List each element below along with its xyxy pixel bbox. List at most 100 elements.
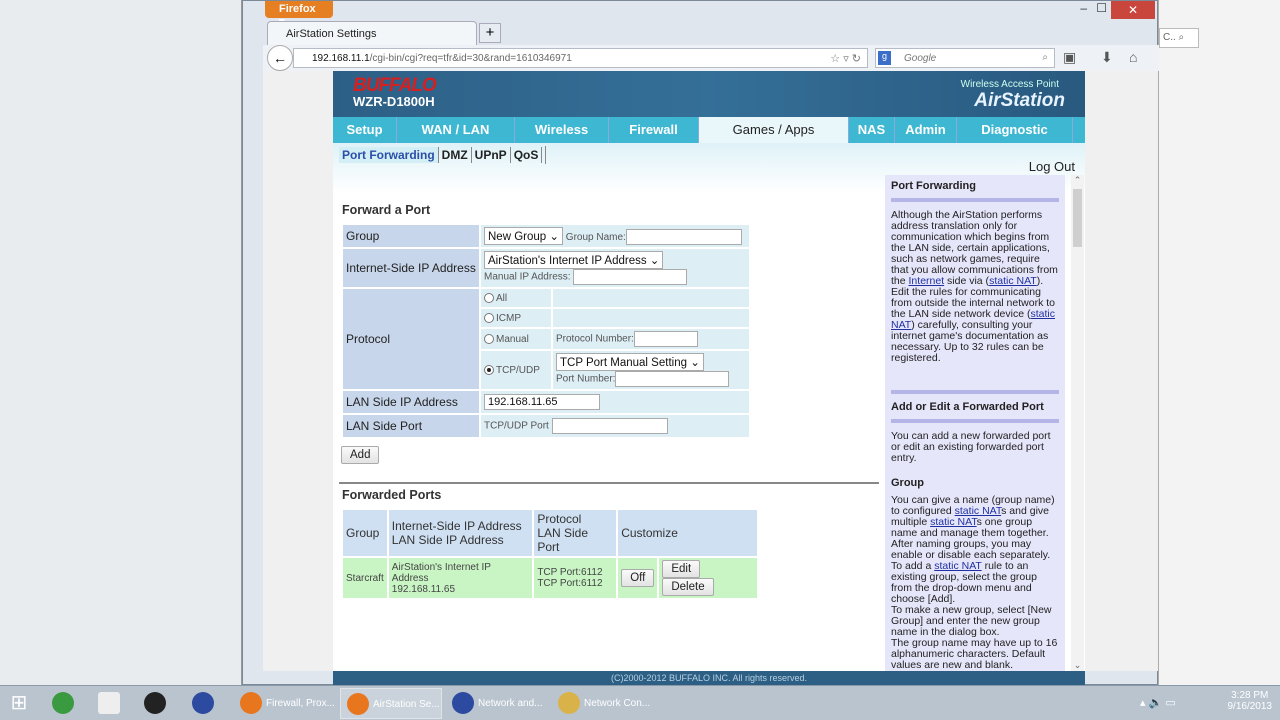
taskbar-label: Network Con... [584,698,651,709]
header-group: Group [343,510,387,557]
tcp-port-select[interactable]: TCP Port Manual Setting ⌄ [556,353,704,372]
radio-all[interactable] [484,293,494,304]
help-heading: Group [891,477,924,489]
taskbar-item[interactable]: Firewall, Prox... [234,688,336,719]
scrollbar-thumb[interactable] [1073,189,1082,247]
forward-port-title: Forward a Port [342,203,431,217]
p-app-pin[interactable] [92,688,128,719]
network-app-pin[interactable] [186,688,222,719]
divider [339,482,879,485]
nav-firewall[interactable]: Firewall [609,117,699,143]
lan-ip-input[interactable]: 192.168.11.65 [484,394,600,411]
help-divider [891,419,1059,423]
subnav-dmz[interactable]: DMZ [439,147,472,163]
taskbar-item[interactable]: Network and... [446,688,548,719]
taskbar-item[interactable]: AirStation Se... [340,688,442,719]
lan-port-label: LAN Side Port [343,415,479,438]
protocol-number-label: Protocol Number: [556,334,634,345]
port-number-input[interactable] [615,371,730,388]
radio-icmp[interactable] [484,313,494,324]
start-button[interactable]: ⊞ [4,688,34,719]
manual-ip-input[interactable] [573,269,688,286]
p-app-icon [98,692,120,714]
download-icon[interactable]: ⬇ [1101,49,1113,66]
subnav-port-forwarding[interactable]: Port Forwarding [339,147,439,163]
help-paragraph: The group name may have up to 16 alphanu… [891,638,1059,671]
google-icon: g [878,51,891,65]
maximize-button[interactable]: ☐ [1096,1,1107,15]
app-icon [347,693,369,715]
navigation-bar: ← 192.168.11.1/cgi-bin/cgi?req=tfr&id=30… [263,45,1159,71]
close-button[interactable]: ✕ [1111,1,1155,19]
chrome-pin[interactable] [46,688,82,719]
plex-pin[interactable] [138,688,174,719]
group-select[interactable]: New Group ⌄ [484,227,564,245]
nav-setup[interactable]: Setup [333,117,397,143]
plex-icon [144,692,166,714]
lan-ip-label: LAN Side IP Address [343,391,479,414]
help-paragraph: Although the AirStation performs address… [891,210,1059,364]
subnav-upnp[interactable]: UPnP [472,147,511,163]
tray-icons[interactable]: ▴ 🔈 ▭ [1140,696,1176,709]
protocol-manual[interactable]: Manual [481,329,551,350]
search-placeholder: Google [904,53,937,64]
radio-manual[interactable] [484,334,494,345]
url-bar[interactable]: 192.168.11.1/cgi-bin/cgi?req=tfr&id=30&r… [293,48,868,68]
tab-airstation-settings[interactable]: AirStation Settings [267,21,477,45]
new-tab-button[interactable]: + [479,23,501,43]
edit-button[interactable]: Edit [662,560,701,579]
help-paragraph: You can give a name (group name) to conf… [891,495,1059,605]
nav-admin[interactable]: Admin [895,117,957,143]
airstation-logo: AirStation [974,90,1065,111]
help-text: To make a new group, select [New Group] … [891,604,1052,638]
bookmarks-icon[interactable]: ▣ [1063,49,1076,66]
minimize-button[interactable]: – [1080,1,1087,15]
help-heading: Add or Edit a Forwarded Port [891,401,1044,413]
internet-ip-label: Internet-Side IP Address [343,249,479,288]
back-button[interactable]: ← [267,45,293,71]
protocol-all[interactable]: All [481,289,551,308]
background-search-field[interactable]: C.. ⌕ [1159,28,1199,48]
nav-wireless[interactable]: Wireless [515,117,609,143]
group-name-input[interactable] [625,229,742,246]
group-label: Group [343,225,479,248]
firefox-menu-button[interactable]: Firefox ▾ [265,1,333,28]
internet-ip-select[interactable]: AirStation's Internet IP Address ⌄ [484,251,664,270]
taskbar-item[interactable]: Network Con... [552,688,654,719]
url-path: /cgi-bin/cgi?req=tfr&id=30&rand=16103469… [369,53,572,64]
lan-port-input[interactable] [551,418,668,435]
help-scrollbar[interactable]: ⌃ ⌄ [1071,175,1084,671]
taskbar: ⊞ Firewall, Prox... AirStation Se... Netwo… [0,685,1280,720]
group-name-label: Group Name: [565,232,626,243]
nav-wan-lan[interactable]: WAN / LAN [397,117,515,143]
protocol-number-input[interactable] [633,331,698,348]
add-button[interactable]: Add [341,446,380,465]
row-ip: AirStation's Internet IP Address 192.168.… [388,558,533,599]
logout-link[interactable]: Log Out [1029,159,1075,174]
tagline: Wireless Access Point [960,79,1059,90]
protocol-tcpudp[interactable]: TCP/UDP [481,351,551,390]
firefox-window: Firefox ▾ – ☐ ✕ AirStation Settings + ← … [242,0,1159,685]
subnav-qos[interactable]: QoS [511,147,543,163]
clock[interactable]: 3:28 PM 9/16/2013 [1228,690,1273,712]
delete-button[interactable]: Delete [662,578,714,597]
nav-diagnostic[interactable]: Diagnostic [957,117,1073,143]
url-host: 192.168.11.1 [312,53,370,64]
help-paragraph: You can add a new forwarded port or edit… [891,431,1059,464]
search-icon[interactable]: ⌕ [1042,52,1048,63]
nav-games-apps[interactable]: Games / Apps [699,117,849,143]
app-icon [558,692,580,714]
taskbar-label: Network and... [478,698,543,709]
forwarded-ports-table: Group Internet-Side IP Address LAN Side I… [341,508,759,600]
radio-tcpudp[interactable] [484,365,494,376]
forward-port-form: Group New Group ⌄ Group Name: Internet-S… [341,223,751,439]
nav-nas[interactable]: NAS [849,117,895,143]
protocol-icmp[interactable]: ICMP [481,309,551,328]
bookmark-star-icon[interactable]: ☆ ▿ ↻ [830,52,861,65]
port-number-label: Port Number: [556,374,616,385]
home-icon[interactable]: ⌂ [1129,49,1137,65]
footer: (C)2000-2012 BUFFALO INC. All rights res… [333,671,1085,685]
taskbar-label: AirStation Se... [373,699,440,710]
off-button[interactable]: Off [621,569,655,588]
search-input[interactable]: g Google ⌕ [875,48,1055,68]
